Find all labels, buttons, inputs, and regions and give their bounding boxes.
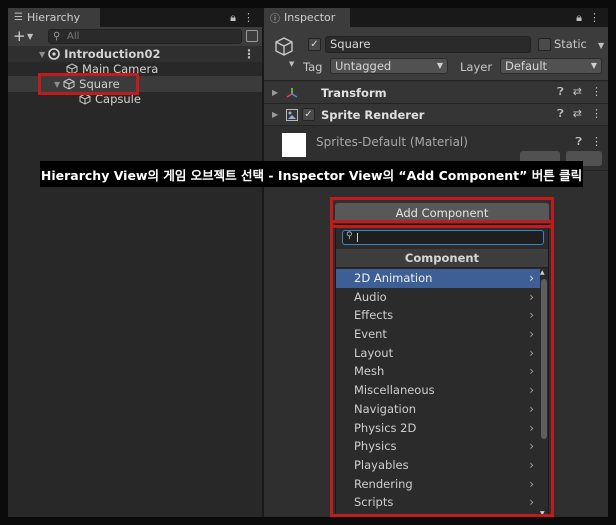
hierarchy-search-input[interactable]: ⚲ All <box>48 29 242 44</box>
kebab-menu-icon[interactable]: ⋮ <box>591 135 602 149</box>
component-tools: ❓︎ ⇄ ⋮ <box>557 85 602 99</box>
fold-arrow-icon[interactable]: ▶ <box>272 110 278 119</box>
scene-menu-icon[interactable]: ⋮ <box>243 47 255 61</box>
static-checkbox[interactable] <box>538 38 551 51</box>
lock-icon[interactable]: 🔒︎ <box>576 11 582 25</box>
material-tools: ❓︎ ⋮ <box>575 135 602 149</box>
create-button[interactable]: + <box>13 28 26 44</box>
sprite-renderer-icon <box>286 109 298 121</box>
kebab-menu-icon[interactable]: ⋮ <box>591 85 602 99</box>
info-icon: ⓘ <box>270 14 280 25</box>
kebab-menu-icon[interactable]: ⋮ <box>589 11 600 24</box>
search-icon: ⚲ <box>53 31 61 42</box>
component-transform[interactable]: ▶ Transform ❓︎ ⇄ ⋮ <box>264 82 608 104</box>
instruction-banner: Hierarchy View의 게임 오브젝트 선택 - Inspector V… <box>40 161 583 187</box>
chevron-down-icon[interactable]: ▼ <box>289 60 294 68</box>
help-icon[interactable]: ❓︎ <box>557 85 564 99</box>
component-tools: ❓︎ ⇄ ⋮ <box>557 107 602 121</box>
hierarchy-tab-tools: 🔒︎ ⋮ <box>230 8 254 27</box>
tag-label: Tag <box>303 60 323 74</box>
inspector-tab-tools: 🔒︎ ⋮ <box>576 8 600 27</box>
fold-arrow-icon[interactable]: ▶ <box>272 88 278 97</box>
unity-editor: ☰ Hierarchy 🔒︎ ⋮ + ▼ ⚲ All ▼ Introductio <box>8 8 608 517</box>
hierarchy-toolbar: + ▼ ⚲ All <box>8 27 262 47</box>
kebab-menu-icon[interactable]: ⋮ <box>591 107 602 121</box>
inspector-tab[interactable]: ⓘ Inspector <box>264 8 350 27</box>
chevron-down-icon[interactable]: ▼ <box>598 41 604 50</box>
layer-dropdown[interactable]: Default ▼ <box>500 58 602 74</box>
layer-label: Layer <box>460 60 493 74</box>
object-name-field[interactable]: Square <box>325 36 531 53</box>
tag-value: Untagged <box>335 59 392 73</box>
popup-highlight-box <box>330 220 554 517</box>
hierarchy-tabbar: ☰ Hierarchy 🔒︎ ⋮ <box>8 8 262 27</box>
square-highlight-box <box>38 73 139 95</box>
component-name: Sprite Renderer <box>321 107 425 122</box>
scene-visibility-icon[interactable] <box>246 30 258 42</box>
transform-icon <box>286 88 298 98</box>
scene-row[interactable]: ▼ Introduction02 ⋮ <box>8 46 262 62</box>
gameobject-header: ▼ ✓ Square Static ▼ Tag Untagged ▼ Layer… <box>264 27 608 81</box>
component-sprite-renderer[interactable]: ▶ ✓ Sprite Renderer ❓︎ ⇄ ⋮ <box>264 104 608 126</box>
help-icon[interactable]: ❓︎ <box>575 135 582 149</box>
help-icon[interactable]: ❓︎ <box>557 107 564 121</box>
material-name: Sprites-Default (Material) <box>316 135 468 149</box>
scene-name: Introduction02 <box>64 47 161 61</box>
search-placeholder: All <box>67 31 80 42</box>
chevron-down-icon[interactable]: ▼ <box>27 32 33 41</box>
gameobject-icon <box>275 37 293 56</box>
material-thumbnail <box>282 133 306 157</box>
lock-icon[interactable]: 🔒︎ <box>230 11 236 25</box>
chevron-down-icon: ▼ <box>590 61 597 70</box>
unity-scene-icon <box>48 48 60 60</box>
kebab-menu-icon[interactable]: ⋮ <box>243 11 254 24</box>
preset-icon[interactable]: ⇄ <box>573 85 582 99</box>
hierarchy-tab-label: Hierarchy <box>26 11 81 24</box>
component-name: Transform <box>321 85 387 100</box>
static-label: Static <box>554 37 587 51</box>
inspector-tabbar: ⓘ Inspector 🔒︎ ⋮ <box>264 8 608 27</box>
chevron-down-icon: ▼ <box>436 61 443 70</box>
tag-dropdown[interactable]: Untagged ▼ <box>330 58 448 74</box>
expand-arrow-icon[interactable]: ▼ <box>39 50 45 59</box>
hierarchy-tab[interactable]: ☰ Hierarchy <box>8 8 100 27</box>
preset-icon[interactable]: ⇄ <box>573 107 582 121</box>
enabled-checkbox[interactable]: ✓ <box>302 108 315 121</box>
layer-value: Default <box>505 59 548 73</box>
list-icon: ☰ <box>14 12 23 23</box>
active-checkbox[interactable]: ✓ <box>308 38 321 51</box>
inspector-tab-label: Inspector <box>284 11 336 24</box>
